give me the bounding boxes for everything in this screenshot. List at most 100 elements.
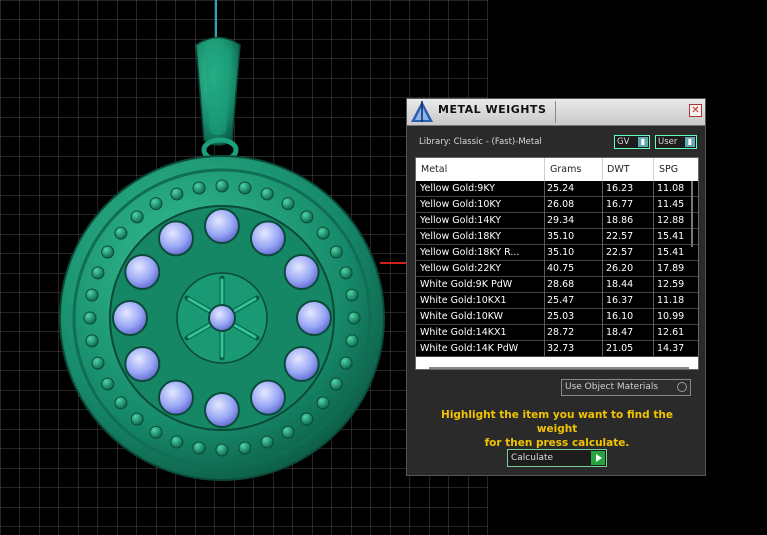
close-button[interactable]: ✕ [689,104,702,117]
header-divider [653,158,654,181]
cell-metal: Yellow Gold:22KY [420,263,502,274]
cell-divider [544,325,545,341]
cell-divider [602,229,603,245]
cell-spg: 12.61 [657,327,685,338]
gv-dropdown-icon[interactable]: ▮ [638,137,648,147]
vertical-scrollbar[interactable] [691,181,693,247]
bead [192,181,206,195]
bead [316,396,330,410]
gemstone[interactable] [158,379,194,416]
bead [281,425,295,439]
title-divider [555,101,556,123]
bead [300,210,314,224]
table-row[interactable]: White Gold:9K PdW 28.68 18.44 12.59 [416,277,698,293]
bead [83,311,97,325]
cell-grams: 25.24 [547,183,575,194]
dialog-title: METAL WEIGHTS [438,103,547,116]
cell-metal: Yellow Gold:18KY [420,231,502,242]
table-row[interactable]: White Gold:10KW 25.03 16.10 10.99 [416,309,698,325]
gemstone[interactable] [204,208,240,244]
close-icon: ✕ [691,105,700,116]
cell-dwt: 16.37 [606,295,634,306]
cell-spg: 10.99 [657,311,685,322]
gemstone[interactable] [250,220,286,257]
cell-divider [653,229,654,245]
gv-select[interactable]: GV ▮ [614,135,650,149]
table-row[interactable]: Yellow Gold:22KY 40.75 26.20 17.89 [416,261,698,277]
radio-circle-icon[interactable] [677,382,687,392]
column-header-metal[interactable]: Metal [421,164,447,175]
bead [101,377,115,391]
calculate-button[interactable]: Calculate [507,449,607,467]
cell-divider [602,245,603,261]
column-header-spg[interactable]: SPG [659,164,678,175]
gemstone[interactable] [296,300,332,336]
gemstone[interactable] [283,346,320,382]
cell-grams: 28.72 [547,327,575,338]
cell-divider [602,325,603,341]
cell-spg: 12.59 [657,279,685,290]
table-row[interactable]: Yellow Gold:9KY 25.24 16.23 11.08 [416,181,698,197]
dialog-titlebar[interactable]: METAL WEIGHTS ✕ [407,99,705,126]
bead [130,412,144,426]
bead [91,356,105,370]
cell-spg: 14.37 [657,343,685,354]
table-row[interactable]: Yellow Gold:14KY 29.34 18.86 12.88 [416,213,698,229]
user-select[interactable]: User ▮ [655,135,697,149]
cell-dwt: 18.86 [606,215,634,226]
gemstone[interactable] [158,220,194,257]
app-logo-icon [411,101,433,122]
header-divider [602,158,603,181]
gemstone[interactable] [124,254,161,290]
gemstone[interactable] [124,346,161,382]
table-header: Metal Grams DWT SPG [416,158,698,181]
bead [130,210,144,224]
cell-spg: 17.89 [657,263,685,274]
table-row[interactable]: White Gold:14K PdW 32.73 21.05 14.37 [416,341,698,357]
table-row[interactable]: Yellow Gold:18KY 35.10 22.57 15.41 [416,229,698,245]
table-row[interactable]: Yellow Gold:10KY 26.08 16.77 11.45 [416,197,698,213]
table-row[interactable]: Yellow Gold:18KY R... 35.10 22.57 15.41 [416,245,698,261]
bead [260,187,274,201]
bead [345,288,359,302]
table-row[interactable]: White Gold:14KX1 28.72 18.47 12.61 [416,325,698,341]
bead [91,266,105,280]
gemstone[interactable] [283,254,320,290]
cell-divider [602,341,603,357]
cell-divider [653,293,654,309]
instructions-line-2: for then press calculate. [484,437,630,449]
user-dropdown-icon[interactable]: ▮ [685,137,695,147]
cell-grams: 35.10 [547,231,575,242]
cell-metal: White Gold:14KX1 [420,327,507,338]
gemstone[interactable] [250,379,286,416]
bead [345,334,359,348]
bead [329,377,343,391]
cell-metal: White Gold:14K PdW [420,343,519,354]
column-header-grams[interactable]: Grams [550,164,581,175]
cell-metal: Yellow Gold:18KY R... [420,247,520,258]
play-arrow-icon[interactable] [591,451,605,465]
table-row[interactable]: White Gold:10KX1 25.47 16.37 11.18 [416,293,698,309]
column-header-dwt[interactable]: DWT [607,164,630,175]
cell-metal: White Gold:9K PdW [420,279,513,290]
bead [281,197,295,211]
cell-metal: White Gold:10KW [420,311,504,322]
bead [149,425,163,439]
metal-table[interactable]: Metal Grams DWT SPG Yellow Gold:9KY 25.24… [415,157,699,370]
cell-spg: 15.41 [657,247,685,258]
center-gemstone[interactable] [208,304,236,332]
gv-select-value: GV [617,137,630,147]
cell-dwt: 18.47 [606,327,634,338]
horizontal-scrollbar[interactable] [429,367,689,369]
bead [339,266,353,280]
cell-divider [602,261,603,277]
cell-grams: 25.03 [547,311,575,322]
use-object-materials-select[interactable]: Use Object Materials [561,379,691,396]
gemstone[interactable] [204,392,240,428]
cell-grams: 32.73 [547,343,575,354]
cell-dwt: 16.10 [606,311,634,322]
bead [238,181,252,195]
gemstone[interactable] [112,300,148,336]
cell-divider [544,293,545,309]
instructions-text: Highlight the item you want to find the … [421,408,693,450]
